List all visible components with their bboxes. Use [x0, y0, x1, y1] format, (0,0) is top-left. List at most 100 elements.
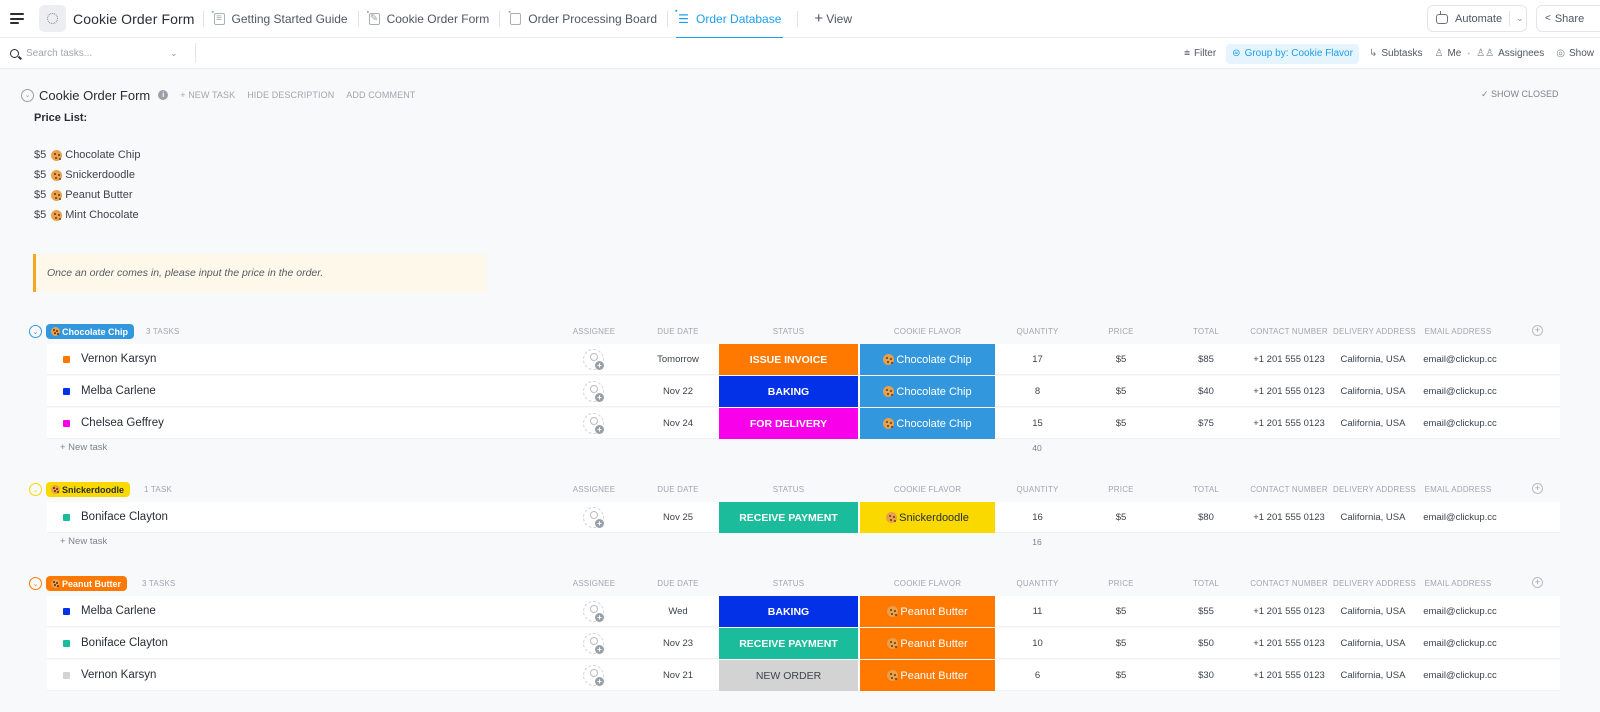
column-header-email-address[interactable]: EMAIL ADDRESS [1418, 579, 1498, 588]
task-row[interactable]: Vernon Karsyn Nov 21NEW ORDER Peanut Butte… [47, 660, 1560, 691]
status-square-icon[interactable] [63, 420, 70, 427]
cookie-flavor-cell[interactable]: Peanut Butter [860, 628, 995, 659]
hamburger-menu-icon[interactable] [10, 13, 24, 24]
group-label[interactable]: Peanut Butter [46, 576, 128, 591]
add-assignee-icon[interactable] [583, 665, 604, 686]
task-row[interactable]: Boniface Clayton Nov 25RECEIVE PAYMENT Sni… [47, 502, 1560, 533]
task-name[interactable]: Vernon Karsyn [81, 353, 156, 365]
filter-button[interactable]: ⩧ Filter [1178, 44, 1222, 64]
task-name[interactable]: Vernon Karsyn [81, 669, 156, 681]
status-square-icon[interactable] [63, 388, 70, 395]
task-row[interactable]: Melba Carlene Nov 22BAKING Chocolate Chip 8… [47, 376, 1560, 407]
chevron-down-icon[interactable]: ⌄ [1516, 13, 1524, 24]
status-badge[interactable]: RECEIVE PAYMENT [719, 628, 858, 659]
price-value[interactable]: $5 [1085, 344, 1157, 375]
email-address-value[interactable]: email@clickup.cc [1418, 376, 1502, 407]
subtasks-button[interactable]: ↳ Subtasks [1363, 44, 1429, 64]
column-header-due-date[interactable]: DUE DATE [633, 579, 723, 588]
contact-number-value[interactable]: +1 201 555 0123 [1247, 344, 1331, 375]
add-assignee-icon[interactable] [583, 633, 604, 654]
tab-cookie-order-form[interactable]: ▪ ✎ Cookie Order Form [367, 0, 492, 38]
due-date[interactable]: Nov 23 [633, 628, 723, 659]
total-value[interactable]: $80 [1170, 502, 1242, 533]
column-header-contact-number[interactable]: CONTACT NUMBER [1247, 327, 1331, 336]
status-square-icon[interactable] [63, 608, 70, 615]
price-value[interactable]: $5 [1085, 502, 1157, 533]
collapse-group-icon[interactable]: ⌄ [29, 577, 42, 590]
quantity-value[interactable]: 11 [1000, 596, 1075, 627]
email-address-value[interactable]: email@clickup.cc [1418, 596, 1502, 627]
column-header-status[interactable]: STATUS [719, 327, 858, 336]
task-row[interactable]: Boniface Clayton Nov 23RECEIVE PAYMENT Pea… [47, 628, 1560, 659]
tab-getting-started-guide[interactable]: ▪ ≡ Getting Started Guide [212, 0, 350, 38]
price-value[interactable]: $5 [1085, 408, 1157, 439]
task-name[interactable]: Boniface Clayton [81, 511, 168, 523]
search-input[interactable] [26, 47, 166, 59]
quantity-value[interactable]: 10 [1000, 628, 1075, 659]
status-square-icon[interactable] [63, 514, 70, 521]
column-header-assignee[interactable]: ASSIGNEE [549, 327, 639, 336]
column-header-email-address[interactable]: EMAIL ADDRESS [1418, 327, 1498, 336]
column-header-due-date[interactable]: DUE DATE [633, 327, 723, 336]
add-column-icon[interactable]: + [1532, 577, 1543, 588]
delivery-address-value[interactable]: California, USA [1333, 344, 1413, 375]
add-comment-link[interactable]: ADD COMMENT [346, 90, 415, 100]
task-name[interactable]: Melba Carlene [81, 605, 156, 617]
status-badge[interactable]: ISSUE INVOICE [719, 344, 858, 375]
status-badge[interactable]: FOR DELIVERY [719, 408, 858, 439]
contact-number-value[interactable]: +1 201 555 0123 [1247, 376, 1331, 407]
column-header-cookie-flavor[interactable]: COOKIE FLAVOR [860, 485, 995, 494]
column-header-total[interactable]: TOTAL [1170, 579, 1242, 588]
total-value[interactable]: $50 [1170, 628, 1242, 659]
total-value[interactable]: $40 [1170, 376, 1242, 407]
price-value[interactable]: $5 [1085, 660, 1157, 691]
me-button[interactable]: ♙ Me [1428, 44, 1467, 64]
due-date[interactable]: Nov 25 [633, 502, 723, 533]
column-header-cookie-flavor[interactable]: COOKIE FLAVOR [860, 327, 995, 336]
new-task-link[interactable]: + NEW TASK [180, 90, 235, 100]
total-value[interactable]: $75 [1170, 408, 1242, 439]
tab-order-database[interactable]: ▪ ☰ Order Database [675, 0, 784, 39]
total-value[interactable]: $30 [1170, 660, 1242, 691]
email-address-value[interactable]: email@clickup.cc [1418, 660, 1502, 691]
group-label[interactable]: Snickerdoodle [46, 482, 131, 497]
contact-number-value[interactable]: +1 201 555 0123 [1247, 628, 1331, 659]
contact-number-value[interactable]: +1 201 555 0123 [1247, 502, 1331, 533]
column-header-contact-number[interactable]: CONTACT NUMBER [1247, 579, 1331, 588]
email-address-value[interactable]: email@clickup.cc [1418, 502, 1502, 533]
space-avatar-icon[interactable] [39, 5, 66, 32]
task-row[interactable]: Melba Carlene WedBAKING Peanut Butter 11 $5 $… [47, 596, 1560, 627]
due-date[interactable]: Nov 24 [633, 408, 723, 439]
column-header-quantity[interactable]: QUANTITY [1000, 327, 1075, 336]
status-badge[interactable]: RECEIVE PAYMENT [719, 502, 858, 533]
collapse-group-icon[interactable]: ⌄ [29, 483, 42, 496]
column-header-quantity[interactable]: QUANTITY [1000, 579, 1075, 588]
price-value[interactable]: $5 [1085, 376, 1157, 407]
chevron-down-icon[interactable]: ⌄ [170, 48, 178, 59]
delivery-address-value[interactable]: California, USA [1333, 408, 1413, 439]
group-label[interactable]: Chocolate Chip [46, 324, 135, 339]
total-value[interactable]: $85 [1170, 344, 1242, 375]
due-date[interactable]: Nov 22 [633, 376, 723, 407]
column-header-total[interactable]: TOTAL [1170, 327, 1242, 336]
collapse-icon[interactable]: ⌄ [21, 88, 34, 102]
cookie-flavor-cell[interactable]: Chocolate Chip [860, 376, 995, 407]
delivery-address-value[interactable]: California, USA [1333, 596, 1413, 627]
email-address-value[interactable]: email@clickup.cc [1418, 408, 1502, 439]
cookie-flavor-cell[interactable]: Snickerdoodle [860, 502, 995, 533]
column-header-price[interactable]: PRICE [1085, 485, 1157, 494]
due-date[interactable]: Wed [633, 596, 723, 627]
status-square-icon[interactable] [63, 640, 70, 647]
show-closed-button[interactable]: ✓ SHOW CLOSED [1481, 89, 1559, 100]
automate-button[interactable]: Automate ⌄ [1427, 5, 1527, 32]
price-value[interactable]: $5 [1085, 596, 1157, 627]
status-badge[interactable]: BAKING [719, 596, 858, 627]
delivery-address-value[interactable]: California, USA [1333, 660, 1413, 691]
column-header-contact-number[interactable]: CONTACT NUMBER [1247, 485, 1331, 494]
task-name[interactable]: Chelsea Geffrey [81, 417, 164, 429]
add-assignee-icon[interactable] [583, 381, 604, 402]
column-header-delivery-address[interactable]: DELIVERY ADDRESS [1333, 485, 1416, 494]
add-column-icon[interactable]: + [1532, 483, 1543, 494]
column-header-quantity[interactable]: QUANTITY [1000, 485, 1075, 494]
collapse-group-icon[interactable]: ⌄ [29, 325, 42, 338]
